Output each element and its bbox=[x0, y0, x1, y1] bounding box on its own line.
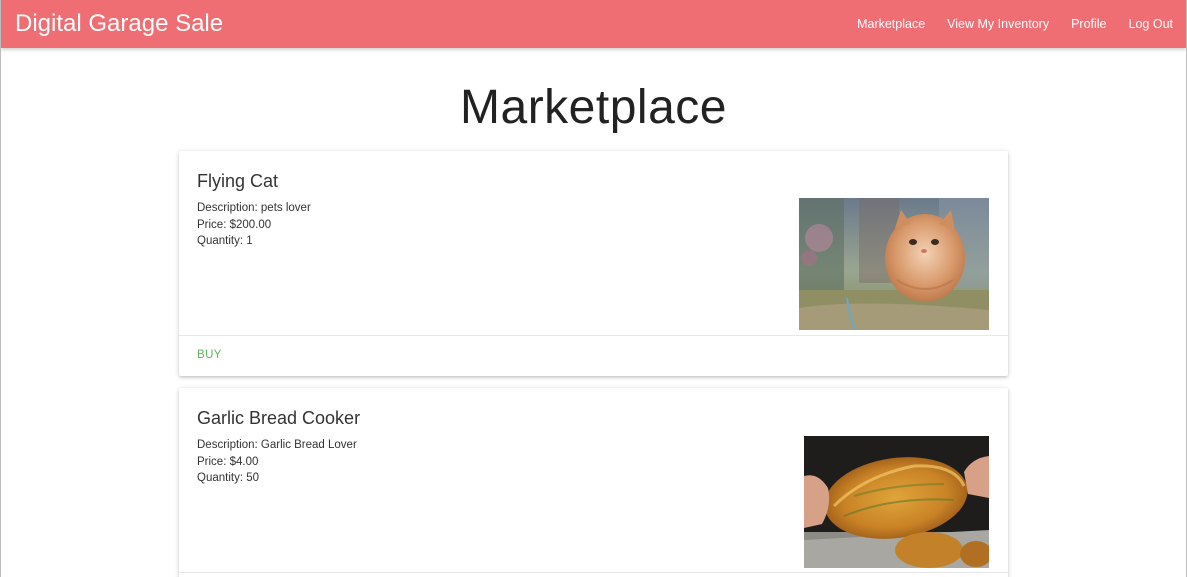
listing-details: Description: pets lover Price: $200.00 Q… bbox=[197, 200, 311, 250]
listing-actions: BUY bbox=[179, 335, 1008, 376]
listing-quantity: Quantity: 50 bbox=[197, 472, 260, 484]
garlic-bread-image bbox=[804, 436, 989, 568]
nav-link-view-inventory[interactable]: View My Inventory bbox=[947, 17, 1049, 31]
listing-card: Garlic Bread Cooker Description: Garlic … bbox=[179, 388, 1008, 577]
listing-card: Flying Cat Description: pets lover Price… bbox=[179, 151, 1008, 376]
nav-link-log-out[interactable]: Log Out bbox=[1129, 17, 1173, 31]
listing-price: Price: $4.00 bbox=[197, 455, 259, 468]
listing-description: Description: pets lover bbox=[197, 202, 311, 214]
listing-quantity: Quantity: 1 bbox=[197, 235, 253, 247]
navbar: Digital Garage Sale Marketplace View My … bbox=[1, 0, 1186, 48]
browser-viewport: Digital Garage Sale Marketplace View My … bbox=[0, 0, 1187, 577]
nav-link-marketplace[interactable]: Marketplace bbox=[857, 17, 925, 31]
listing-price: Price: $200.00 bbox=[197, 218, 272, 231]
listing-title: Garlic Bread Cooker bbox=[197, 408, 361, 428]
flying-cat-image bbox=[799, 198, 989, 330]
listing-details: Description: Garlic Bread Lover Price: $… bbox=[197, 437, 357, 487]
listing-description: Description: Garlic Bread Lover bbox=[197, 439, 357, 451]
listing-actions bbox=[179, 572, 1008, 577]
page-title: Marketplace bbox=[460, 81, 727, 134]
buy-button[interactable]: BUY bbox=[197, 349, 222, 361]
nav-links: Marketplace View My Inventory Profile Lo… bbox=[835, 0, 1173, 48]
nav-link-profile[interactable]: Profile bbox=[1071, 17, 1106, 31]
brand-logo-link[interactable]: Digital Garage Sale bbox=[15, 9, 223, 39]
listing-title: Flying Cat bbox=[197, 171, 279, 191]
